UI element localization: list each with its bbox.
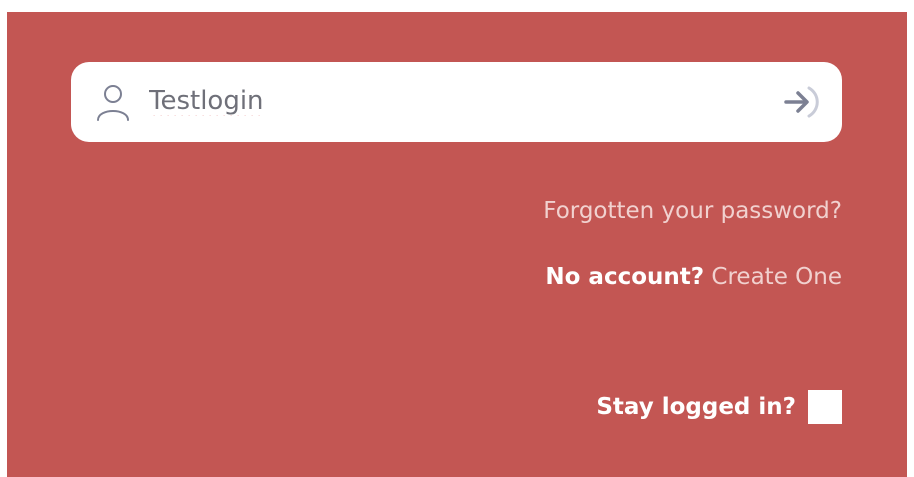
forgot-password-link[interactable]: Forgotten your password? <box>543 198 842 224</box>
no-account-row: No account? Create One <box>545 264 842 290</box>
username-field-container <box>71 62 842 142</box>
create-account-link[interactable]: Create One <box>711 264 842 290</box>
stay-logged-in-row: Stay logged in? <box>596 390 842 424</box>
stay-logged-in-checkbox[interactable] <box>808 390 842 424</box>
arrow-right-login-icon[interactable] <box>778 80 822 124</box>
no-account-label: No account? <box>545 264 705 290</box>
user-icon <box>93 82 133 122</box>
stay-logged-in-label: Stay logged in? <box>596 394 796 420</box>
login-panel: Forgotten your password? No account? Cre… <box>7 12 907 477</box>
username-input[interactable] <box>149 78 739 124</box>
